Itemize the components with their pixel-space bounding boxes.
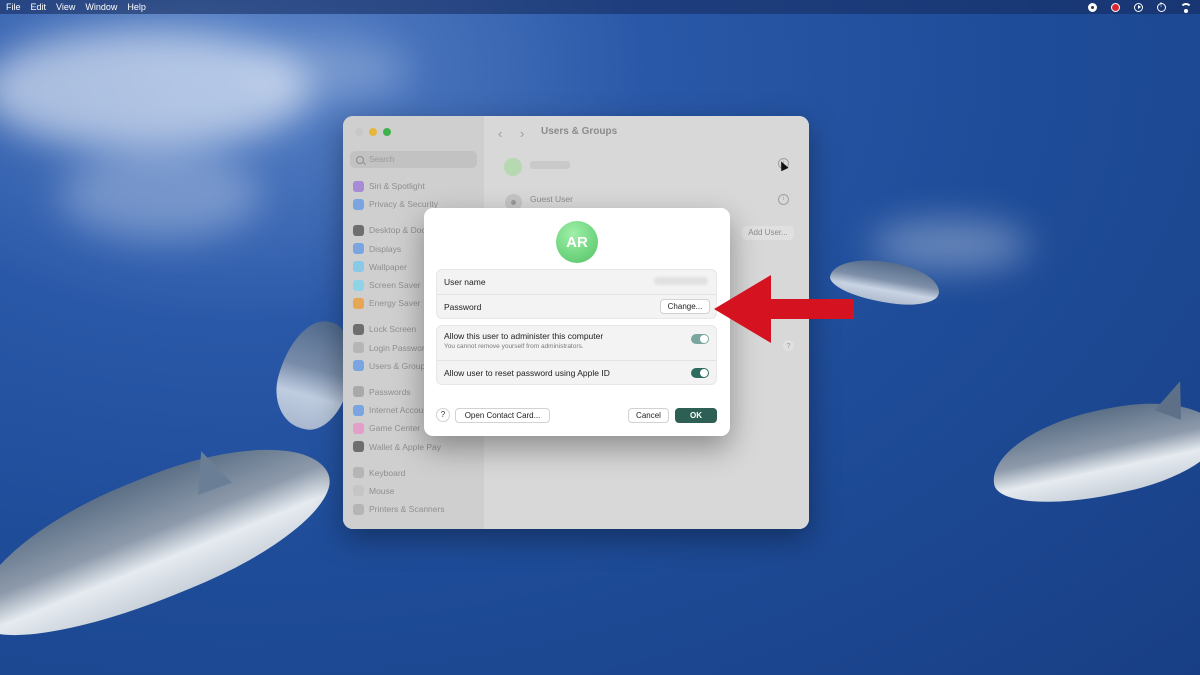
alert-icon[interactable]: [1157, 2, 1166, 12]
dock-icon: [353, 224, 364, 236]
battery-icon: [353, 297, 364, 309]
wifi-icon[interactable]: [1180, 2, 1192, 13]
reset-row: Allow user to reset password using Apple…: [437, 360, 716, 384]
search-field[interactable]: Search: [350, 151, 477, 168]
users-icon: [353, 360, 364, 372]
minimize-button[interactable]: [369, 128, 377, 136]
sidebar-item-label: Desktop & Dock: [369, 225, 430, 236]
forward-arrow-icon[interactable]: ›: [520, 126, 524, 141]
sidebar-item-label: Privacy & Security: [369, 199, 438, 210]
zoom-button[interactable]: [383, 128, 391, 136]
wallpaper-icon: [353, 261, 364, 273]
guest-info-icon[interactable]: i: [778, 194, 789, 205]
guest-user-label: Guest User: [530, 194, 573, 204]
menu-edit[interactable]: Edit: [31, 2, 47, 12]
arrow-shape: [714, 275, 854, 343]
sidebar-item-label: Login Password: [369, 342, 430, 353]
admin-toggle[interactable]: [691, 334, 709, 344]
menu-file[interactable]: File: [6, 2, 21, 12]
sidebar-item-label: Printers & Scanners: [369, 504, 445, 515]
menu-view[interactable]: View: [56, 2, 75, 12]
sidebar-item-label: Wallet & Apple Pay: [369, 441, 441, 452]
change-password-button[interactable]: Change...: [660, 299, 710, 314]
user-avatar[interactable]: AR: [556, 221, 598, 263]
admin-row: Allow this user to administer this compu…: [437, 331, 716, 359]
reset-password-toggle[interactable]: [691, 368, 709, 378]
screen-record-icon[interactable]: [1111, 2, 1120, 12]
menu-help[interactable]: Help: [127, 2, 146, 12]
password-icon: [353, 386, 364, 398]
ok-button[interactable]: OK: [675, 408, 717, 423]
username-label: User name: [444, 277, 486, 287]
hand-icon: [353, 198, 364, 210]
open-contact-card-button[interactable]: Open Contact Card...: [455, 408, 550, 423]
password-label: Password: [444, 302, 482, 312]
sidebar-item-label: Displays: [369, 243, 402, 254]
username-value: [654, 277, 708, 285]
gamecenter-icon: [353, 422, 364, 434]
password-row: Password Change...: [437, 294, 716, 318]
sidebar-item-label: Game Center: [369, 423, 421, 434]
screensaver-icon: [353, 279, 364, 291]
account-group: User name Password Change...: [436, 269, 717, 319]
sidebar-item-printers-scanners[interactable]: Printers & Scanners: [353, 500, 478, 518]
sidebar-item-wallet-apple-pay[interactable]: Wallet & Apple Pay: [353, 437, 478, 455]
reset-label: Allow user to reset password using Apple…: [444, 368, 610, 378]
mouse-icon: [353, 485, 364, 497]
sidebar-item-label: Siri & Spotlight: [369, 181, 425, 192]
sidebar-item-label: Passwords: [369, 386, 411, 397]
search-icon: [356, 155, 364, 164]
sidebar-item-keyboard[interactable]: Keyboard: [353, 464, 478, 482]
sidebar-item-label: Users & Groups: [369, 360, 430, 371]
cancel-button[interactable]: Cancel: [628, 408, 669, 423]
lock-icon: [353, 323, 364, 335]
sidebar-item-label: Mouse: [369, 485, 395, 496]
dialog-help-button[interactable]: ?: [436, 408, 450, 422]
sidebar-item-siri-spotlight[interactable]: Siri & Spotlight: [353, 177, 478, 195]
page-title: Users & Groups: [541, 126, 618, 137]
wallet-icon: [353, 441, 364, 453]
sidebar-item-mouse[interactable]: Mouse: [353, 482, 478, 500]
sidebar-item-label: Keyboard: [369, 467, 406, 478]
sidebar-item-label: Energy Saver: [369, 298, 421, 309]
username-row: User name: [437, 270, 716, 294]
window-controls: [355, 128, 391, 136]
red-arrow-annotation: [714, 275, 854, 343]
record-icon[interactable]: [1088, 2, 1097, 12]
back-arrow-icon[interactable]: ‹: [498, 126, 502, 141]
printer-icon: [353, 503, 364, 515]
sidebar-item-label: Wallpaper: [369, 261, 407, 272]
siri-icon: [353, 180, 364, 192]
admin-subtext: You cannot remove yourself from administ…: [444, 343, 584, 350]
current-user-avatar: [504, 158, 522, 176]
sidebar-item-label: Screen Saver: [369, 280, 421, 291]
menu-bar: File Edit View Window Help: [0, 0, 1200, 14]
sidebar-section-gap: [353, 456, 478, 464]
close-button[interactable]: [355, 128, 363, 136]
search-placeholder: Search: [369, 155, 395, 164]
user-details-dialog: AR User name Password Change... Allow th…: [424, 208, 730, 436]
menu-window[interactable]: Window: [85, 2, 117, 12]
admin-label: Allow this user to administer this compu…: [444, 331, 604, 341]
key-icon: [353, 342, 364, 354]
permissions-group: Allow this user to administer this compu…: [436, 325, 717, 385]
at-icon: [353, 404, 364, 416]
play-icon[interactable]: [1134, 2, 1143, 12]
display-icon: [353, 243, 364, 255]
status-area: [1088, 0, 1192, 14]
current-user-name: [530, 161, 570, 169]
sidebar-item-label: Lock Screen: [369, 324, 417, 335]
add-user-button[interactable]: Add User...: [742, 226, 794, 240]
keyboard-icon: [353, 467, 364, 479]
